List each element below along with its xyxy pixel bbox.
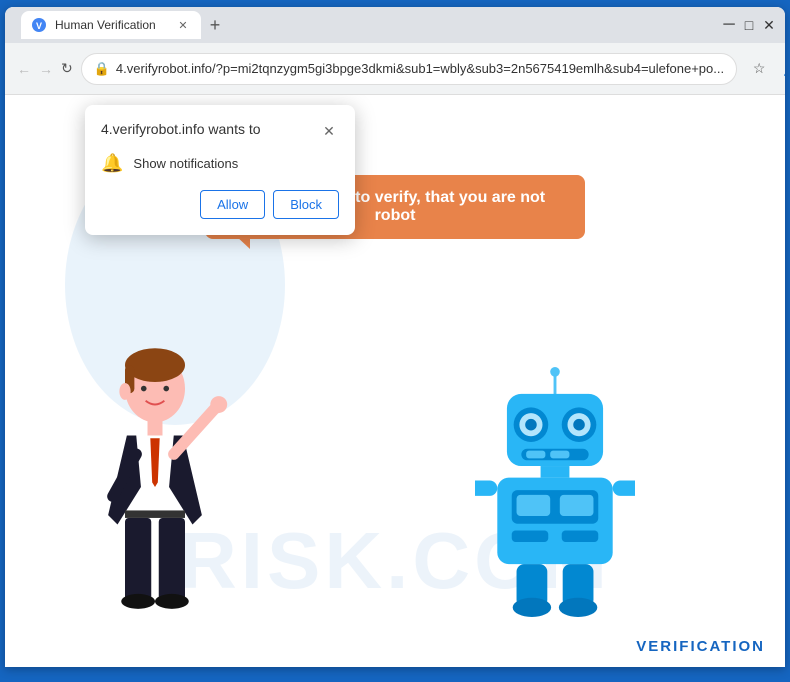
window-controls-right: ─ □ ✕ <box>721 17 777 33</box>
popup-header: 4.verifyrobot.info wants to ✕ <box>101 121 339 141</box>
title-bar: V Human Verification ✕ + ─ □ ✕ <box>5 7 785 43</box>
browser-window: V Human Verification ✕ + ─ □ ✕ ← → ↻ 🔒 4… <box>5 7 785 667</box>
refresh-button[interactable]: ↻ <box>61 55 73 83</box>
robot-figure <box>475 367 635 617</box>
tab-title: Human Verification <box>55 18 167 32</box>
svg-text:V: V <box>36 21 42 31</box>
forward-button[interactable]: → <box>39 55 53 83</box>
person-figure <box>75 337 235 637</box>
bookmark-icon[interactable]: ☆ <box>745 55 773 83</box>
new-tab-button[interactable]: + <box>201 11 229 39</box>
popup-title: 4.verifyrobot.info wants to <box>101 121 261 137</box>
minimize-button[interactable]: ─ <box>721 17 737 33</box>
url-actions: ☆ 👤 ⋮ <box>745 55 785 83</box>
maximize-button[interactable]: □ <box>741 17 757 33</box>
tab-close-button[interactable]: ✕ <box>175 17 191 33</box>
close-button[interactable]: ✕ <box>761 17 777 33</box>
popup-buttons: Allow Block <box>101 190 339 219</box>
allow-button[interactable]: Allow <box>200 190 265 219</box>
tab-favicon-icon: V <box>31 17 47 33</box>
bell-icon: 🔔 <box>101 153 123 174</box>
address-bar: ← → ↻ 🔒 4.verifyrobot.info/?p=mi2tqnzygm… <box>5 43 785 95</box>
page-content: RISK.COM 4.verifyrobot.info wants to ✕ 🔔… <box>5 95 785 667</box>
url-text: 4.verifyrobot.info/?p=mi2tqnzygm5gi3bpge… <box>116 61 724 76</box>
browser-tab[interactable]: V Human Verification ✕ <box>21 11 201 39</box>
popup-notification-item: 🔔 Show notifications <box>101 153 339 174</box>
tab-bar: V Human Verification ✕ + <box>21 11 713 39</box>
lock-icon: 🔒 <box>94 61 110 77</box>
popup-close-button[interactable]: ✕ <box>319 121 339 141</box>
notification-popup: 4.verifyrobot.info wants to ✕ 🔔 Show not… <box>85 105 355 235</box>
url-bar[interactable]: 🔒 4.verifyrobot.info/?p=mi2tqnzygm5gi3bp… <box>81 53 737 85</box>
block-button[interactable]: Block <box>273 190 339 219</box>
back-button[interactable]: ← <box>17 55 31 83</box>
verification-label: VERIFICATION <box>636 638 765 655</box>
profile-icon[interactable]: 👤 <box>777 55 785 83</box>
notification-label: Show notifications <box>133 156 238 171</box>
